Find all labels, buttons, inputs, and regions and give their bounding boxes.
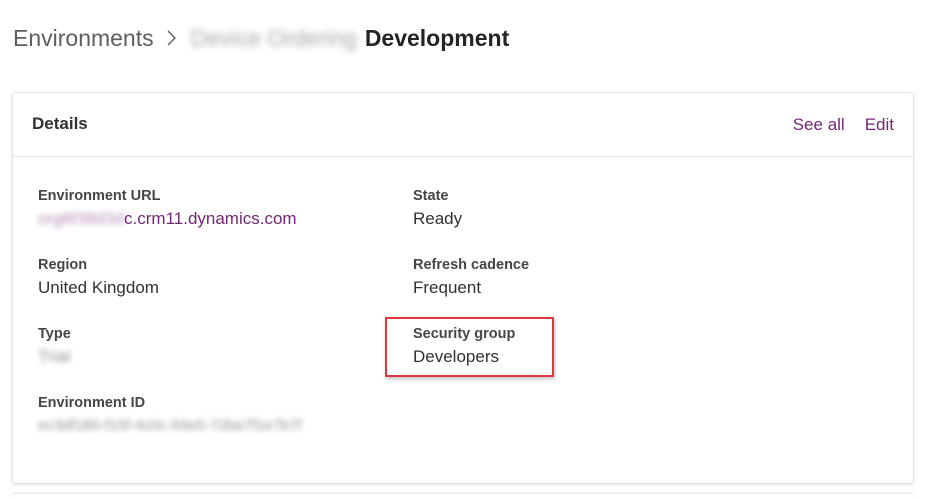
field-label: Security group [413, 326, 516, 342]
field-environment-id: Environment ID ec3df180-f15f-4c0c-93e5-7… [38, 394, 302, 438]
breadcrumb: Environments Device Ordering Development [13, 22, 509, 54]
breadcrumb-current-page: Development [364, 24, 510, 51]
field-type: Type Trial [38, 325, 71, 369]
field-label: Type [38, 326, 71, 342]
details-card-title: Details [32, 114, 88, 133]
field-value-redacted: ec3df180-f15f-4c0c-93e5-72ba7f1e7b7f [38, 417, 302, 434]
environment-url-visible: c.crm11.dynamics.com [124, 209, 297, 228]
details-card-actions: See all Edit [793, 115, 894, 135]
breadcrumb-redacted-name: Device Ordering [190, 24, 357, 51]
field-label: Environment ID [38, 395, 146, 411]
field-value: United Kingdom [38, 278, 159, 297]
field-region: Region United Kingdom [38, 256, 159, 300]
details-card-header: Details See all Edit [13, 93, 913, 157]
edit-link[interactable]: Edit [865, 115, 894, 135]
field-value: Developers [413, 347, 499, 366]
breadcrumb-environments-link[interactable]: Environments [13, 25, 154, 52]
field-value: Frequent [413, 278, 482, 297]
field-refresh-cadence: Refresh cadence Frequent [413, 256, 529, 300]
field-environment-url: Environment URL org6f38d3dc.crm11.dynami… [38, 187, 297, 231]
field-security-group: Security group Developers [413, 325, 515, 369]
field-label: Region [38, 257, 88, 273]
environment-url-link[interactable]: org6f38d3dc.crm11.dynamics.com [38, 207, 297, 231]
field-value: Ready [413, 209, 463, 228]
field-state: State Ready [413, 187, 462, 231]
next-card-edge [13, 494, 913, 499]
field-label: Refresh cadence [413, 257, 530, 273]
field-label: State [413, 188, 449, 204]
field-value-redacted: Trial [38, 347, 71, 366]
environment-url-redacted-prefix: org6f38d3d [38, 209, 125, 228]
see-all-link[interactable]: See all [793, 115, 845, 135]
chevron-right-icon [166, 29, 177, 47]
field-label: Environment URL [38, 188, 161, 204]
